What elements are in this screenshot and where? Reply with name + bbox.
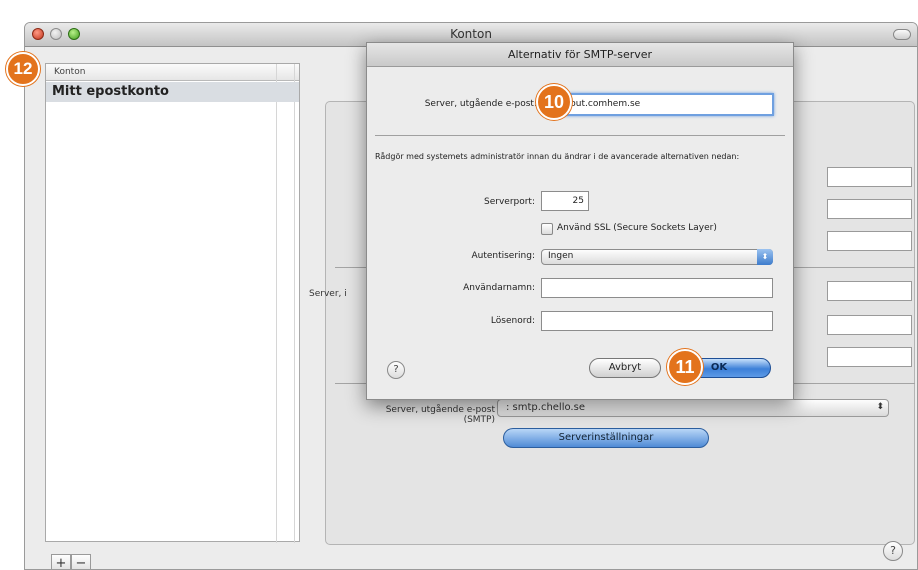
- smtp-label-line1: Server, utgående e-post: [385, 405, 495, 415]
- account-field[interactable]: [827, 315, 912, 335]
- username-input[interactable]: [541, 278, 773, 298]
- authentication-value: Ingen: [548, 251, 574, 261]
- outgoing-server-label: Server, utgående e-post:: [424, 99, 537, 109]
- password-label: Lösenord:: [490, 316, 535, 326]
- authentication-select[interactable]: Ingen ⬍: [541, 249, 773, 265]
- column-separator: [276, 64, 277, 543]
- use-ssl-label[interactable]: Använd SSL (Secure Sockets Layer): [557, 223, 717, 233]
- accounts-list: Konton Mitt epostkonto: [45, 63, 300, 543]
- outgoing-server-input[interactable]: mailout.comhem.se: [545, 93, 774, 116]
- sheet-title: Alternativ för SMTP-server: [367, 43, 793, 67]
- account-field[interactable]: [827, 167, 912, 187]
- server-port-input[interactable]: 25: [541, 191, 589, 211]
- cancel-button[interactable]: Avbryt: [589, 358, 661, 378]
- accounts-list-header[interactable]: Konton: [46, 64, 299, 81]
- remove-account-button[interactable]: −: [71, 554, 91, 569]
- password-input[interactable]: [541, 311, 773, 331]
- account-item-label: Mitt epostkonto: [52, 84, 169, 99]
- username-label: Användarnamn:: [463, 283, 535, 293]
- select-arrows-icon: ⬍: [757, 249, 773, 265]
- column-separator: [294, 64, 295, 543]
- callout-10: 10: [536, 84, 572, 120]
- callout-12: 12: [6, 52, 40, 86]
- account-field[interactable]: [827, 231, 912, 251]
- add-account-button[interactable]: +: [51, 554, 71, 569]
- smtp-server-label: Server, utgående e-post (SMTP): [325, 405, 495, 425]
- account-field[interactable]: [827, 347, 912, 367]
- account-item-mitt-epostkonto[interactable]: Mitt epostkonto: [46, 82, 299, 102]
- smtp-server-select[interactable]: : smtp.chello.se ⬍: [497, 399, 889, 417]
- divider: [375, 135, 785, 136]
- callout-11: 11: [667, 349, 703, 385]
- server-settings-button[interactable]: Serverinställningar: [503, 428, 709, 448]
- smtp-options-sheet: Alternativ för SMTP-server Server, utgåe…: [366, 42, 794, 400]
- help-icon[interactable]: ?: [387, 361, 405, 379]
- server-label-partial: Server, i: [309, 289, 347, 299]
- smtp-label-line2: (SMTP): [463, 415, 495, 425]
- toolbar-toggle-icon[interactable]: [893, 29, 911, 40]
- account-field[interactable]: [827, 199, 912, 219]
- smtp-server-value: : smtp.chello.se: [506, 402, 585, 413]
- select-arrows-icon: ⬍: [876, 402, 884, 412]
- account-field[interactable]: [827, 281, 912, 301]
- advanced-note: Rådgör med systemets administratör innan…: [375, 152, 740, 161]
- use-ssl-checkbox[interactable]: [541, 223, 553, 235]
- window-title: Konton: [450, 27, 492, 41]
- help-icon[interactable]: ?: [883, 541, 903, 561]
- authentication-label: Autentisering:: [471, 251, 535, 261]
- server-port-label: Serverport:: [484, 197, 535, 207]
